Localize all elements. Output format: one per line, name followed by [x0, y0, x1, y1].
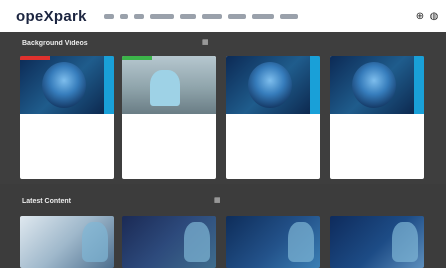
- thumbnail-accent: [310, 56, 320, 114]
- content-thumbnail-figure: [82, 222, 108, 262]
- nav-item-3[interactable]: [134, 14, 144, 19]
- nav-item-5[interactable]: [180, 14, 196, 19]
- section-title: Background Videos: [22, 40, 88, 47]
- content-card[interactable]: [122, 216, 216, 268]
- section-latest-content: Latest Content ▦: [0, 184, 446, 268]
- user-add-icon[interactable]: ⊕: [414, 11, 426, 23]
- nav-item-2[interactable]: [120, 14, 128, 19]
- card-thumbnail[interactable]: [226, 56, 320, 114]
- user-icon[interactable]: ◍: [428, 11, 440, 23]
- nav-item-9[interactable]: [280, 14, 298, 19]
- section-title: Latest Content: [22, 198, 71, 205]
- video-card[interactable]: [226, 56, 320, 179]
- thumbnail-accent: [414, 56, 424, 114]
- content-card[interactable]: [330, 216, 424, 268]
- card-title[interactable]: [336, 120, 418, 136]
- content-thumbnail-figure: [392, 222, 418, 262]
- nav-item-4[interactable]: [150, 14, 174, 19]
- brain-illustration: [42, 62, 86, 108]
- card-title[interactable]: [232, 120, 314, 136]
- video-card[interactable]: [122, 56, 216, 179]
- nav-item-7[interactable]: [228, 14, 246, 19]
- surgeon-illustration: [150, 70, 180, 106]
- content-card[interactable]: [20, 216, 114, 268]
- content-thumbnail-figure: [184, 222, 210, 262]
- top-navigation-bar: opeXpark ⊕ ◍: [0, 0, 446, 32]
- card-thumbnail[interactable]: [330, 56, 424, 114]
- card-title[interactable]: [26, 120, 108, 136]
- nav-item-6[interactable]: [202, 14, 222, 19]
- brain-illustration: [248, 62, 292, 108]
- logo[interactable]: opeXpark: [16, 8, 87, 25]
- nav-item-8[interactable]: [252, 14, 274, 19]
- section-background-videos: Background Videos ▦: [0, 32, 446, 184]
- brain-illustration: [352, 62, 396, 108]
- live-badge: [20, 56, 50, 60]
- card-title[interactable]: [128, 120, 210, 136]
- grid-view-icon[interactable]: ▦: [214, 196, 230, 205]
- content-thumbnail-figure: [288, 222, 314, 262]
- new-badge: [122, 56, 152, 60]
- video-card[interactable]: [330, 56, 424, 179]
- card-thumbnail[interactable]: [20, 56, 114, 114]
- video-card[interactable]: [20, 56, 114, 179]
- nav-item-1[interactable]: [104, 14, 114, 19]
- grid-view-icon[interactable]: ▦: [202, 38, 218, 47]
- content-card[interactable]: [226, 216, 320, 268]
- card-thumbnail[interactable]: [122, 56, 216, 114]
- thumbnail-accent: [104, 56, 114, 114]
